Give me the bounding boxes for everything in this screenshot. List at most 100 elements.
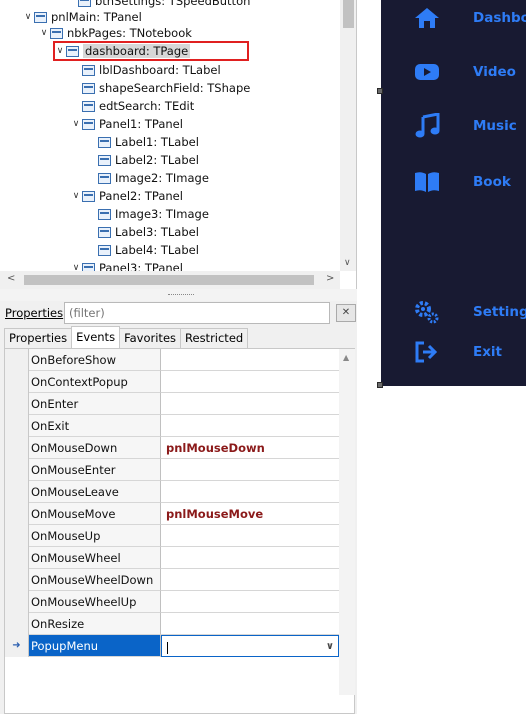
event-value[interactable] [161,569,339,591]
nav-item-video[interactable]: Video [381,54,526,90]
event-row[interactable]: OnExit [5,415,339,437]
scrollbar-thumb[interactable] [24,275,314,285]
row-gutter [5,349,29,371]
row-gutter [5,525,29,547]
event-name[interactable]: OnMouseWheel [29,547,161,569]
nav-item-settings[interactable]: Setting [381,294,526,330]
event-row[interactable]: OnMouseWheelDown [5,569,339,591]
event-name[interactable]: OnEnter [29,393,161,415]
tree-node-label3[interactable]: Label3: TLabel [86,223,199,241]
event-row[interactable]: OnContextPopup [5,371,339,393]
component-icon [34,11,47,23]
event-row[interactable]: OnMouseWheel [5,547,339,569]
nav-item-book[interactable]: Book [381,164,526,200]
event-row[interactable]: OnMouseLeave [5,481,339,503]
event-value[interactable] [161,613,339,635]
nav-item-music[interactable]: Music [381,108,526,144]
event-value[interactable] [161,525,339,547]
tab-events[interactable]: Events [71,326,121,348]
tree-node-edtsearch[interactable]: edtSearch: TEdit [70,97,194,115]
event-row[interactable]: OnMouseUp [5,525,339,547]
event-value[interactable] [161,591,339,613]
tree-node-image3[interactable]: Image3: TImage [86,205,209,223]
event-name[interactable]: OnMouseWheelUp [29,591,161,613]
row-gutter [5,503,29,525]
event-row[interactable]: OnResize [5,613,339,635]
component-icon [82,118,95,130]
resize-handle[interactable] [377,382,383,388]
expand-chevron[interactable]: ∨ [22,12,34,22]
event-row[interactable]: OnMouseWheelUp [5,591,339,613]
scrollbar-thumb[interactable] [343,0,354,28]
tree-node-image2[interactable]: Image2: TImage [86,169,209,187]
component-tree[interactable]: btnSettings: TSpeedButton ∨ pnlMain: TPa… [0,0,357,289]
expand-chevron[interactable]: ∨ [38,28,50,38]
tree-node-nbkpages[interactable]: ∨ nbkPages: TNotebook [38,24,192,42]
event-value[interactable] [161,349,339,371]
scroll-up-arrow-icon[interactable]: ▲ [343,353,349,362]
scroll-right-arrow-icon[interactable]: > [326,273,334,284]
expand-chevron[interactable]: ∨ [70,191,82,201]
event-row[interactable]: OnEnter [5,393,339,415]
event-name[interactable]: OnMouseMove [29,503,161,525]
clear-filter-icon[interactable]: ✕ [336,304,356,322]
tree-node-label: Label2: TLabel [115,153,199,167]
tree-node-label: Label4: TLabel [115,243,199,257]
chevron-down-icon[interactable]: ∨ [326,636,334,658]
event-name[interactable]: OnMouseUp [29,525,161,547]
cogs-icon [415,301,439,324]
tab-restricted[interactable]: Restricted [180,328,249,348]
tree-horizontal-scrollbar[interactable]: < > [0,271,340,289]
event-name[interactable]: OnResize [29,613,161,635]
event-name[interactable]: OnMouseWheelDown [29,569,161,591]
event-row[interactable]: OnBeforeShow [5,349,339,371]
tree-node-panel2[interactable]: ∨ Panel2: TPanel [70,187,183,205]
splitter-grip[interactable] [168,294,194,296]
nav-item-label: Book [473,174,511,190]
event-row[interactable]: OnMouseEnter [5,459,339,481]
nav-item-dashboard[interactable]: Dashbo [381,0,526,36]
component-icon [98,172,111,184]
nav-item-exit[interactable]: Exit [381,334,526,370]
event-value[interactable] [161,481,339,503]
component-icon [82,64,95,76]
event-value[interactable]: pnlMouseMove [161,503,339,525]
tree-node-label4[interactable]: Label4: TLabel [86,241,199,259]
event-row[interactable]: OnMouseMove pnlMouseMove [5,503,339,525]
row-gutter [5,415,29,437]
tree-node-label2[interactable]: Label2: TLabel [86,151,199,169]
popupmenu-combobox[interactable]: ∨ [161,635,339,657]
event-name[interactable]: OnBeforeShow [29,349,161,371]
scroll-left-arrow-icon[interactable]: < [7,273,15,284]
event-row[interactable]: OnMouseDown pnlMouseDown [5,437,339,459]
scroll-down-arrow-icon[interactable]: ∨ [344,258,351,268]
event-name[interactable]: OnMouseDown [29,437,161,459]
event-value[interactable] [161,459,339,481]
event-value[interactable]: pnlMouseDown [161,437,339,459]
tree-node-lbldashboard[interactable]: lblDashboard: TLabel [70,61,221,79]
event-value[interactable] [161,371,339,393]
expand-chevron[interactable]: ∨ [70,119,82,129]
event-name[interactable]: PopupMenu [29,635,161,657]
event-name[interactable]: OnContextPopup [29,371,161,393]
tree-node-panel1[interactable]: ∨ Panel1: TPanel [70,115,183,133]
event-value[interactable] [161,415,339,437]
event-value[interactable] [161,393,339,415]
event-name[interactable]: OnMouseLeave [29,481,161,503]
tree-node-shapesearchfield[interactable]: shapeSearchField: TShape [70,79,250,97]
tab-favorites[interactable]: Favorites [119,328,182,348]
tab-properties[interactable]: Properties [4,328,73,348]
panel-splitter[interactable] [0,289,357,301]
event-value[interactable] [161,547,339,569]
current-row-arrow-icon: ➜ [5,635,29,657]
event-row-active[interactable]: ➜ PopupMenu ∨ [5,635,339,657]
row-gutter [5,459,29,481]
event-name[interactable]: OnExit [29,415,161,437]
row-gutter [5,547,29,569]
grid-vertical-scrollbar[interactable]: ▲ [339,349,355,695]
property-filter-input[interactable] [64,302,330,324]
tree-node-label1[interactable]: Label1: TLabel [86,133,199,151]
component-icon [98,208,111,220]
event-name[interactable]: OnMouseEnter [29,459,161,481]
tree-vertical-scrollbar[interactable]: ∨ [340,0,356,271]
